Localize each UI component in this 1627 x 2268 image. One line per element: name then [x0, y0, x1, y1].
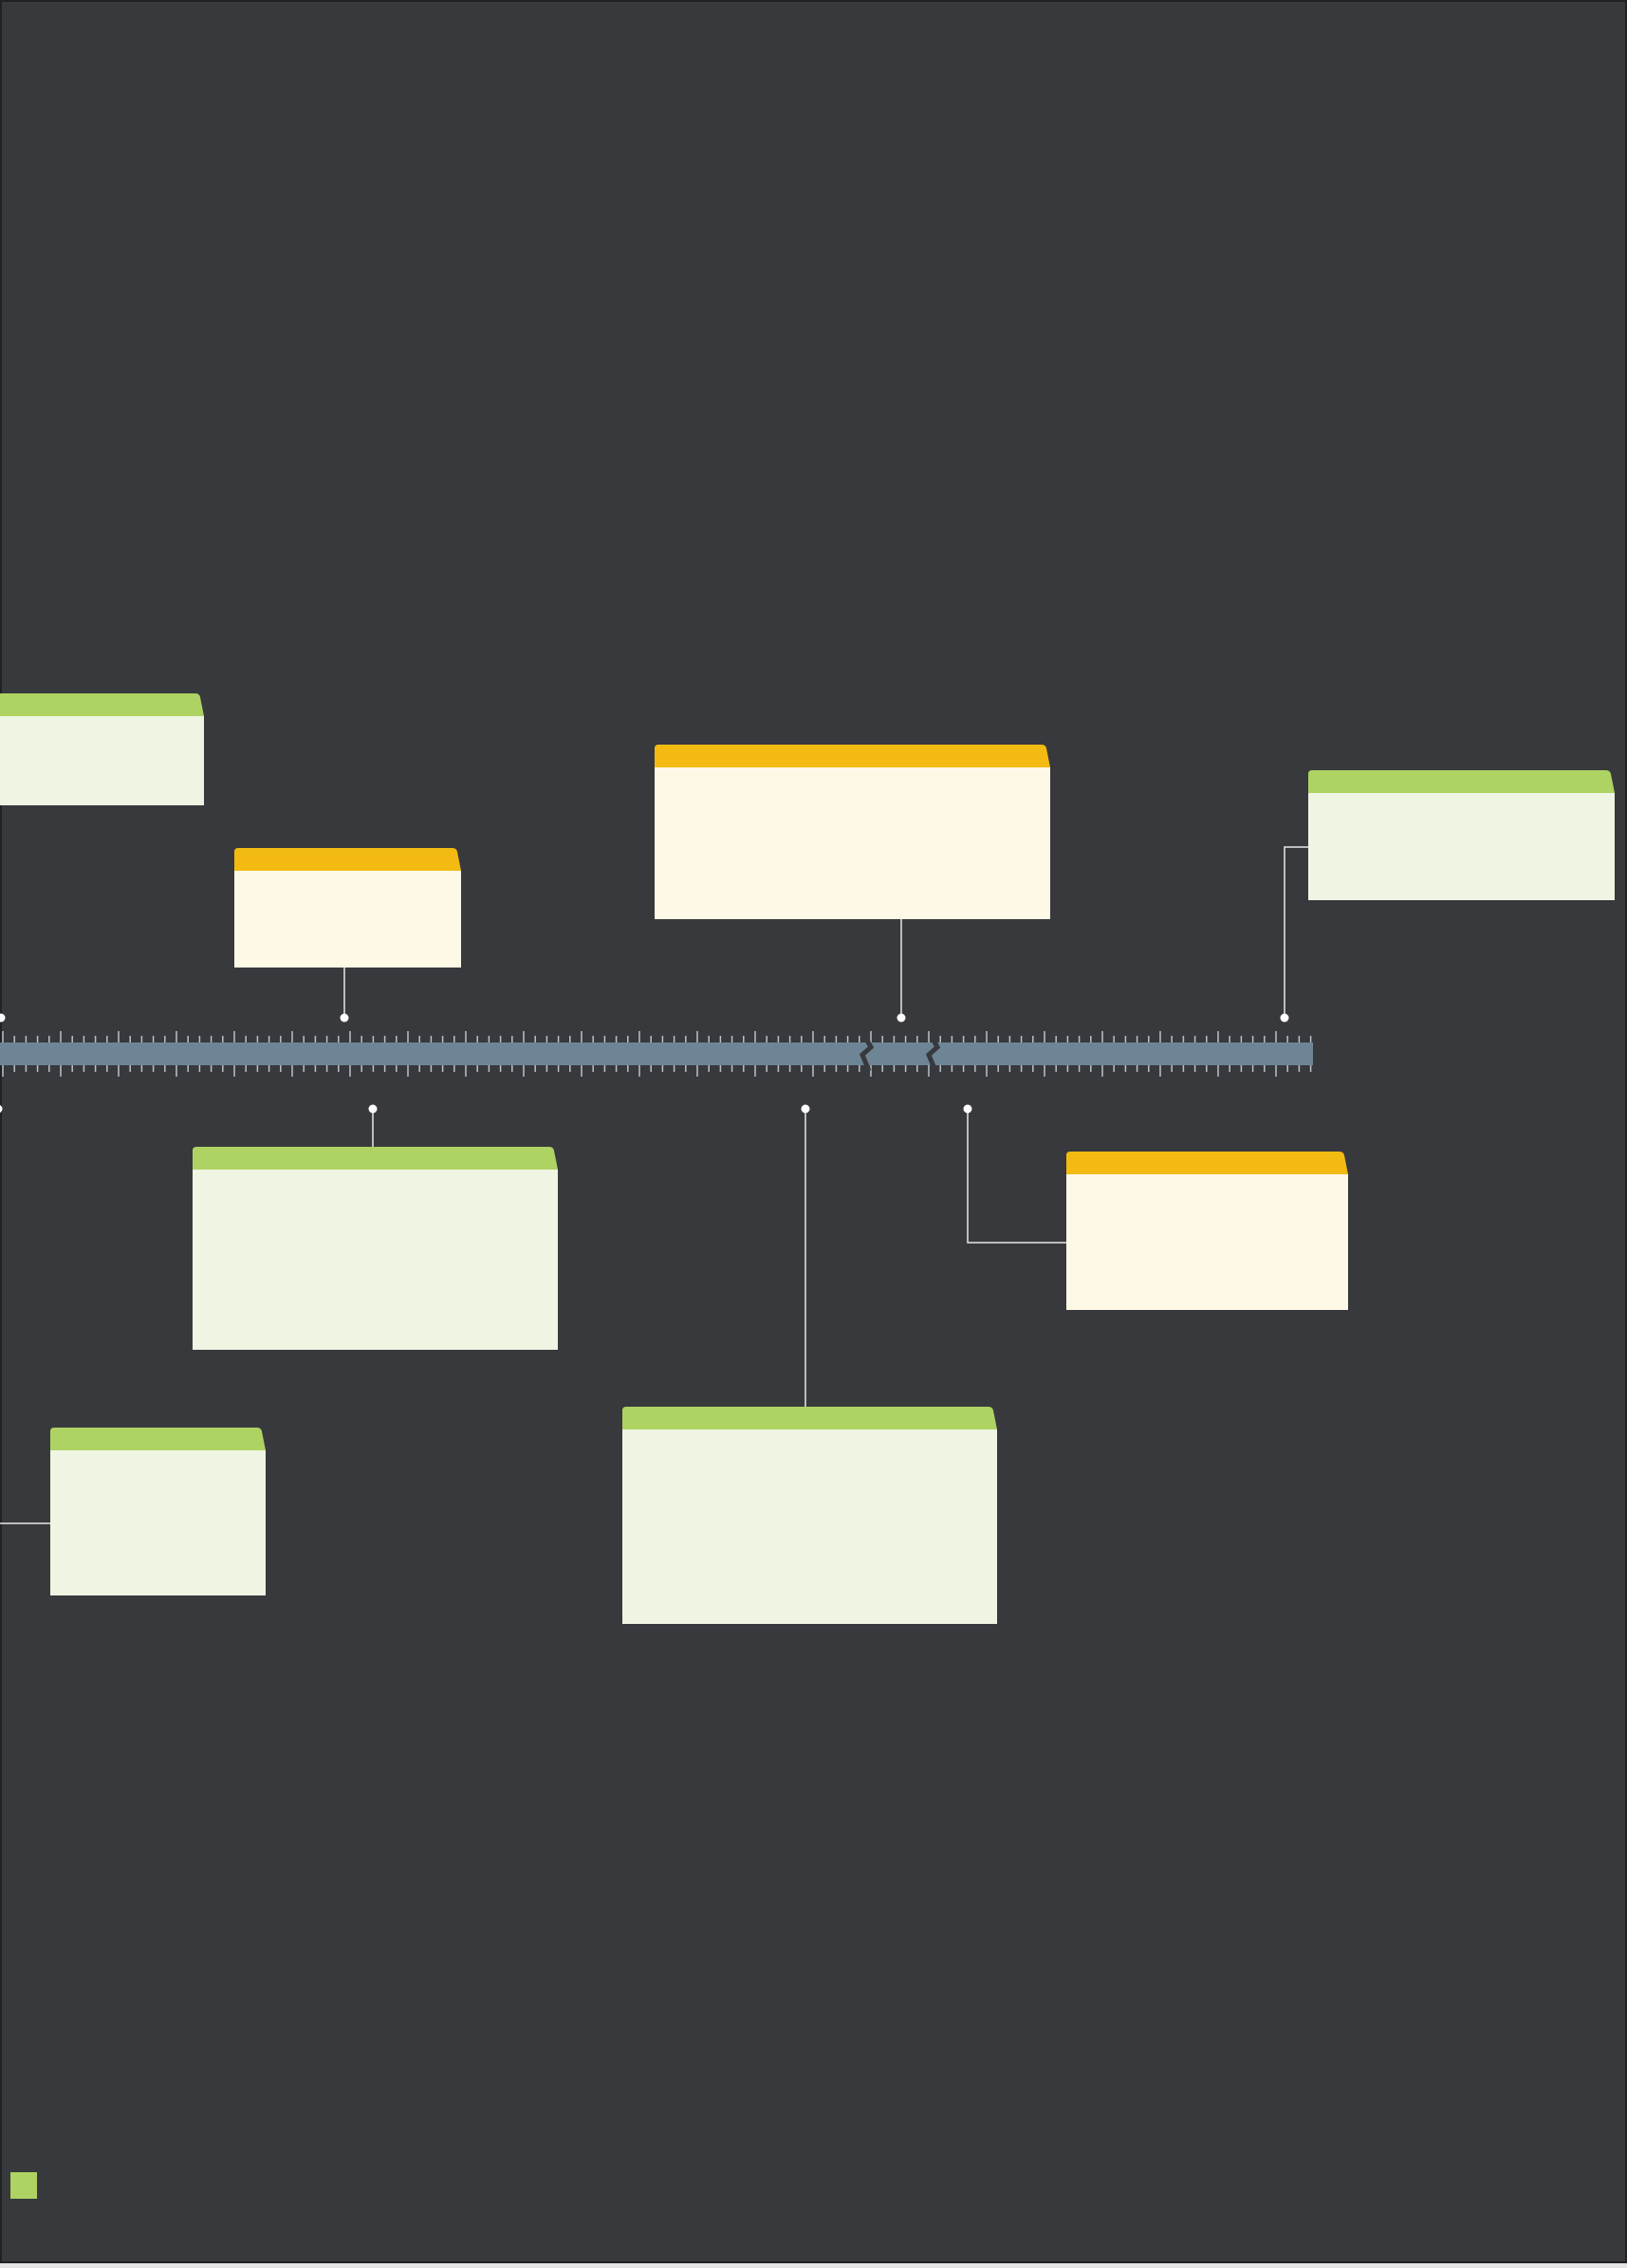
event-8-marker: [963, 1104, 972, 1114]
diagram-background: [0, 0, 1627, 2263]
event-6-card-header: [50, 1428, 266, 1450]
event-1-card-header: [0, 693, 204, 716]
event-5-card-text: [193, 1170, 558, 1350]
event-2-marker: [340, 1013, 349, 1023]
event-3-marker: [897, 1013, 906, 1023]
event-4-card-text: [1308, 793, 1615, 900]
event-8-card-header: [1066, 1152, 1348, 1174]
timeline-band: [0, 1042, 1313, 1065]
event-5-card-header: [193, 1147, 558, 1170]
event-7-card-text: [622, 1429, 997, 1624]
event-1-card-text: [0, 716, 204, 805]
event-7-card-header: [622, 1407, 997, 1429]
event-5-marker: [368, 1104, 378, 1114]
legend-swatch: [10, 2172, 37, 2199]
event-2-card-text: [234, 871, 461, 968]
event-4-card-header: [1308, 770, 1615, 793]
event-6-card-text: [50, 1450, 266, 1595]
timeline-diagram: [0, 0, 1627, 2263]
event-4-marker: [1280, 1013, 1289, 1023]
event-8-card-text: [1066, 1174, 1348, 1310]
event-2-card-header: [234, 848, 461, 871]
event-3-card-text: [655, 767, 1050, 919]
timeline-canvas: [0, 0, 1627, 2263]
event-3-card-header: [655, 745, 1050, 767]
event-7-marker: [801, 1104, 810, 1114]
